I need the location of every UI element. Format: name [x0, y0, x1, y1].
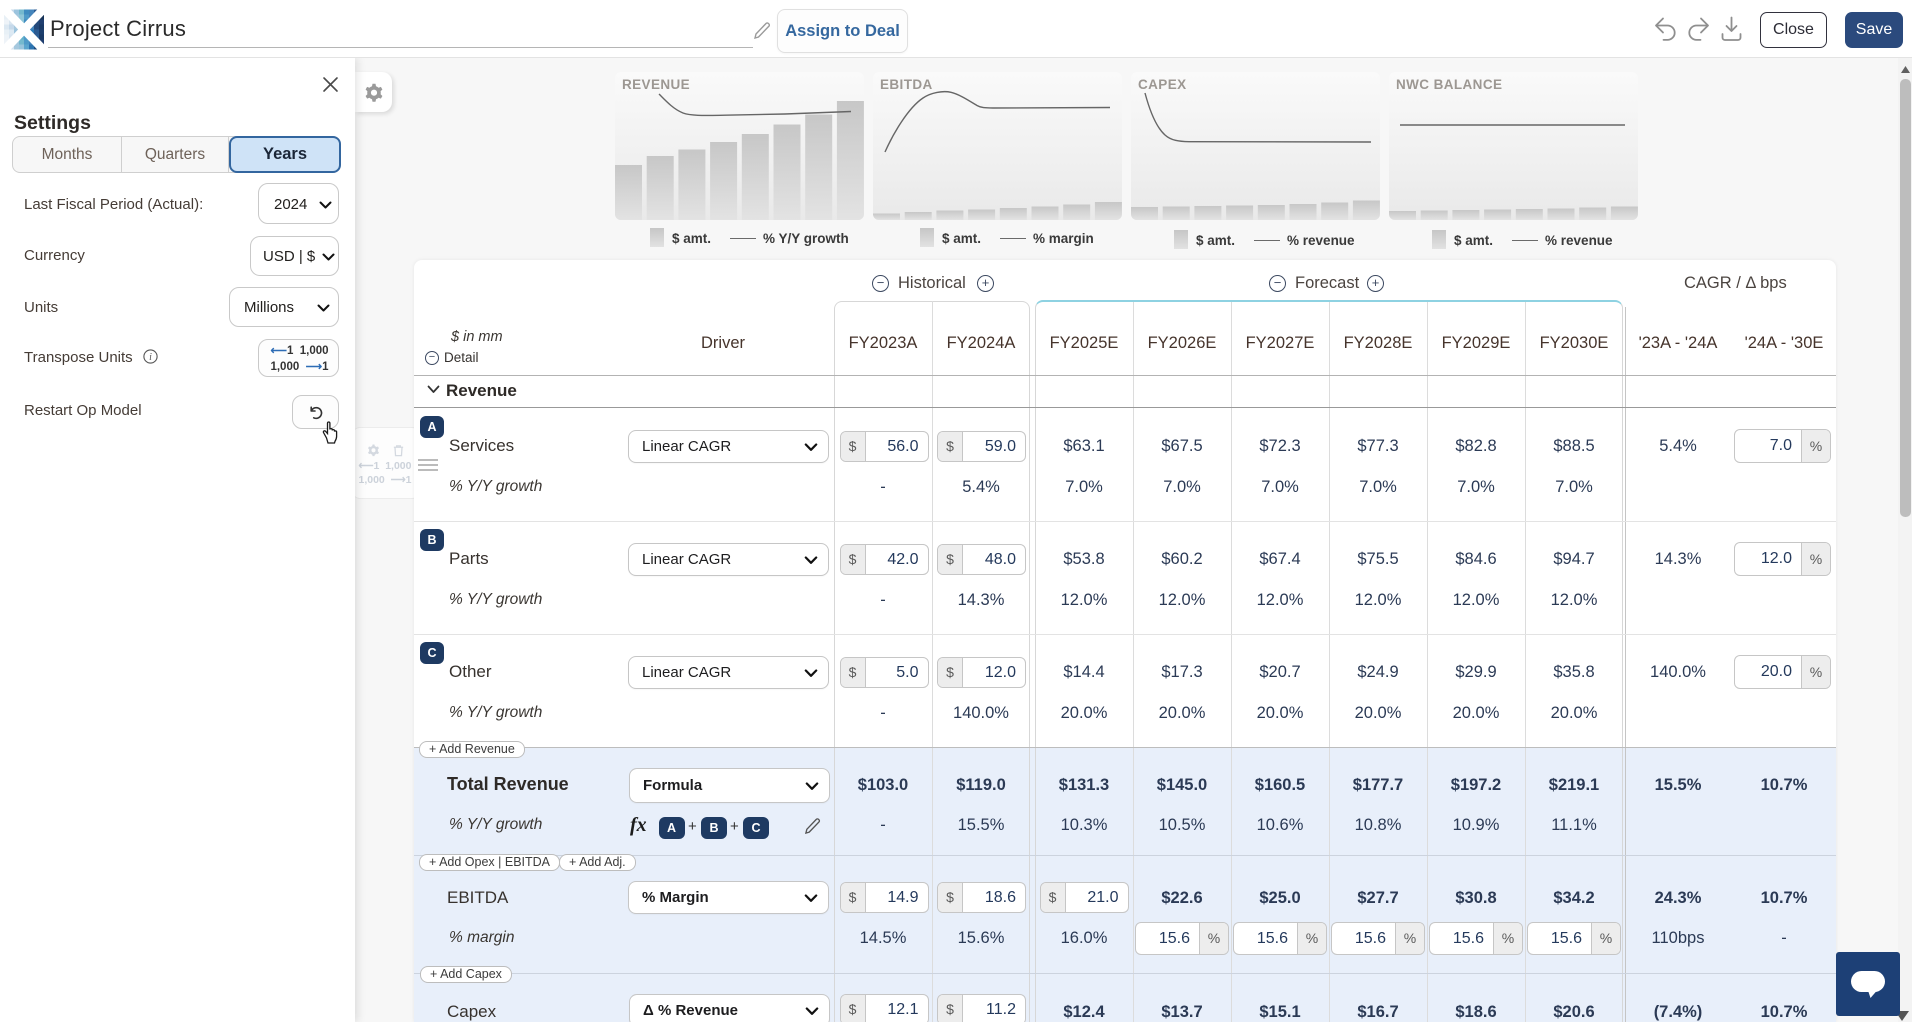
- svg-text:i: i: [149, 352, 152, 363]
